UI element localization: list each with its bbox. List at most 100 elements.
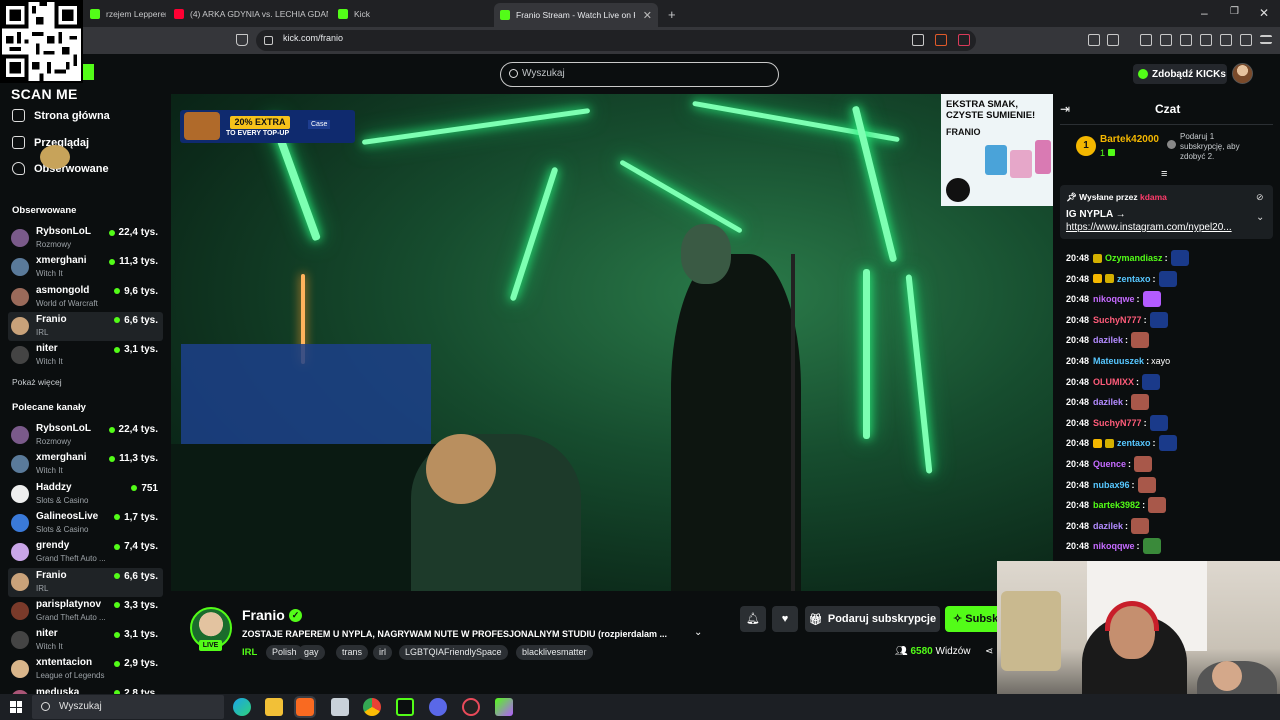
wallet-icon[interactable] xyxy=(1200,34,1212,46)
extensions-icon[interactable] xyxy=(1088,34,1100,46)
stream-tag[interactable]: LGBTQIAFriendlySpace xyxy=(399,645,508,660)
nav-home[interactable]: Strona główna xyxy=(12,109,110,122)
app-icon[interactable] xyxy=(429,698,447,716)
share-icon[interactable] xyxy=(912,34,924,46)
unpin-icon[interactable]: ⊘ xyxy=(1256,192,1264,203)
brave-shield-icon[interactable] xyxy=(935,34,947,46)
collapse-chat-icon[interactable]: ⇥ xyxy=(1060,102,1070,116)
filter-icon[interactable]: ≡ xyxy=(1161,168,1167,180)
chat-username[interactable]: zentaxo xyxy=(1117,274,1151,284)
chat-username[interactable]: nubax96 xyxy=(1093,480,1130,490)
sidebar-channel-item[interactable]: niter Witch It 3,1 tys. xyxy=(8,626,163,655)
video-player[interactable] xyxy=(171,94,1053,591)
edge-icon[interactable] xyxy=(233,698,251,716)
notification-bell-button[interactable]: 🔔︎ xyxy=(740,606,766,632)
channel-name: xmerghani xyxy=(36,452,87,464)
standing-person xyxy=(671,254,801,591)
sidebar-channel-item[interactable]: asmongold World of Warcraft 9,6 tys. xyxy=(8,283,163,312)
share-icon[interactable]: ⋖ xyxy=(985,646,993,657)
close-window-icon[interactable]: ✕ xyxy=(1259,6,1269,20)
vpn-icon[interactable] xyxy=(1240,34,1252,46)
new-tab-button[interactable]: + xyxy=(662,3,682,25)
verified-icon: ✓ xyxy=(289,609,302,622)
chat-username[interactable]: nikoqqwe xyxy=(1093,541,1135,551)
stream-tag[interactable]: blacklivesmatter xyxy=(516,645,593,660)
chevron-down-icon[interactable]: ⌄ xyxy=(1256,212,1264,223)
stream-tag[interactable]: trans xyxy=(336,645,369,660)
app-icon[interactable] xyxy=(331,698,349,716)
chevron-down-icon[interactable]: ⌄ xyxy=(694,627,702,638)
chat-username[interactable]: bartek3982 xyxy=(1093,500,1140,510)
user-badge-icon xyxy=(1105,438,1115,448)
product-image xyxy=(985,145,1007,175)
sidebar-channel-item[interactable]: niter Witch It 3,1 tys. xyxy=(8,341,163,370)
chat-username[interactable]: SuchyN777 xyxy=(1093,315,1142,325)
sidebar-channel-item[interactable]: GalineosLive Slots & Casino 1,7 tys. xyxy=(8,509,163,538)
chat-timestamp: 20:48 xyxy=(1066,314,1090,325)
stream-tag[interactable]: irl xyxy=(373,645,392,660)
chat-username[interactable]: OLUMIXX xyxy=(1093,377,1134,387)
menu-icon[interactable] xyxy=(1260,35,1272,44)
get-kicks-button[interactable]: Zdobądź KICKs xyxy=(1133,64,1227,84)
file-explorer-icon[interactable] xyxy=(265,698,283,716)
sidebar-channel-item[interactable]: xmerghani Witch It 11,3 tys. xyxy=(8,253,163,282)
gift-subs-button[interactable]: 🎁︎ Podaruj subskrypcje xyxy=(805,606,940,632)
leo-ai-icon[interactable] xyxy=(1220,34,1232,46)
sidebar-channel-item[interactable]: grendy Grand Theft Auto ... 7,4 tys. xyxy=(8,538,163,567)
sidebar-channel-item[interactable]: xmerghani Witch It 11,3 tys. xyxy=(8,450,163,479)
chat-username[interactable]: SuchyN777 xyxy=(1093,418,1142,428)
sidebar-channel-item[interactable]: parisplatynov Grand Theft Auto ... 3,3 tys… xyxy=(8,597,163,626)
close-tab-icon[interactable]: ✕ xyxy=(643,9,652,22)
sidebar-icon[interactable] xyxy=(1180,34,1192,46)
restore-icon[interactable]: ❐ xyxy=(1230,6,1239,17)
user-avatar[interactable] xyxy=(1232,63,1253,84)
chat-username[interactable]: dazilek xyxy=(1093,397,1123,407)
follow-heart-button[interactable]: ♥ xyxy=(772,606,798,632)
app-icon[interactable] xyxy=(495,698,513,716)
chat-username[interactable]: dazilek xyxy=(1093,521,1123,531)
download-icon[interactable] xyxy=(1140,34,1152,46)
bookmark-icon[interactable] xyxy=(236,34,248,46)
streamer-name[interactable]: Franio xyxy=(242,607,285,623)
browser-tab[interactable]: rzejem Lepperem! ( xyxy=(84,3,166,25)
stream-tag[interactable]: gay xyxy=(298,645,325,660)
category-link[interactable]: IRL xyxy=(242,647,257,658)
site-settings-icon[interactable] xyxy=(264,36,273,45)
subscribe-button[interactable]: ✧ Subskrybuj xyxy=(945,606,1005,632)
live-dot-icon xyxy=(109,258,116,265)
app-icon[interactable] xyxy=(396,698,414,716)
sidebar-channel-item[interactable]: Franio IRL 6,6 tys. xyxy=(8,311,163,341)
divider xyxy=(1060,124,1273,125)
sidebar-channel-item[interactable]: RybsonLoL Rozmowy 22,4 tys. xyxy=(8,421,163,450)
show-more-link[interactable]: Pokaż więcej xyxy=(12,377,62,387)
sidebar-channel-item[interactable]: Franio IRL 6,6 tys. xyxy=(8,567,163,597)
channel-name: niter xyxy=(36,343,58,355)
brave-rewards-icon[interactable] xyxy=(958,34,970,46)
windows-start-icon[interactable] xyxy=(10,701,22,713)
tab-search-icon[interactable] xyxy=(1107,34,1119,46)
chat-timestamp: 20:48 xyxy=(1066,541,1090,552)
sidebar-channel-item[interactable]: RybsonLoL Rozmowy 22,4 tys. xyxy=(8,224,163,253)
chat-username[interactable]: Quence xyxy=(1093,459,1126,469)
pinned-link[interactable]: https://www.instagram.com/nypel20... xyxy=(1066,222,1256,233)
kick-logo[interactable] xyxy=(82,64,94,80)
browser-tab[interactable]: (4) ARKA GDYNIA vs. LECHIA GDAŃS xyxy=(168,3,328,25)
browser-tab-active[interactable]: Franio Stream - Watch Live on K ✕ xyxy=(494,3,658,27)
address-bar[interactable] xyxy=(256,30,976,51)
brave-icon[interactable] xyxy=(294,696,316,718)
chrome-icon[interactable] xyxy=(363,698,381,716)
music-icon[interactable] xyxy=(1160,34,1172,46)
chat-username[interactable]: Ozymandiasz xyxy=(1105,253,1163,263)
browser-tab[interactable]: Kick xyxy=(332,3,492,25)
chat-username[interactable]: Mateuuszek xyxy=(1093,356,1144,366)
minimize-icon[interactable]: – xyxy=(1201,6,1208,20)
chat-username[interactable]: dazilek xyxy=(1093,335,1123,345)
channel-category: IRL xyxy=(36,583,49,593)
chat-username[interactable]: zentaxo xyxy=(1117,438,1151,448)
chat-username[interactable]: nikoqqwe xyxy=(1093,294,1135,304)
obs-icon[interactable] xyxy=(462,698,480,716)
gift-leader-name[interactable]: Bartek42000 xyxy=(1100,134,1159,145)
url-text[interactable]: kick.com/franio xyxy=(283,33,343,43)
sidebar-channel-item[interactable]: Haddzy Slots & Casino 751 xyxy=(8,480,163,509)
sidebar-channel-item[interactable]: xntentacion League of Legends 2,9 tys. xyxy=(8,655,163,684)
